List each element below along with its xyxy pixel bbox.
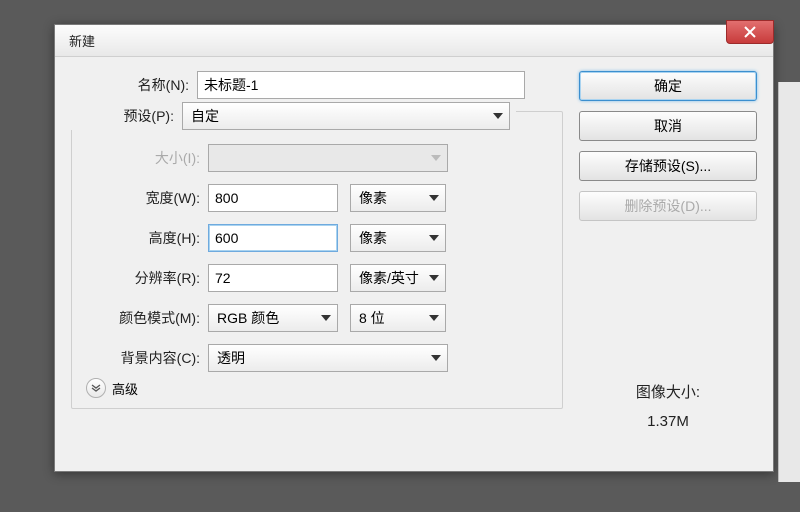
colormode-row: 颜色模式(M): RGB 颜色 8 位 (82, 304, 552, 332)
image-size-info: 图像大小: 1.37M (579, 379, 757, 436)
form-column: 名称(N): 预设(P): 自定 大小(I): (71, 71, 563, 436)
close-icon (744, 26, 756, 38)
cancel-button[interactable]: 取消 (579, 111, 757, 141)
save-preset-button[interactable]: 存储预设(S)... (579, 151, 757, 181)
new-document-dialog: 新建 名称(N): 预设(P): 自定 大小 (54, 24, 774, 472)
close-button[interactable] (726, 20, 774, 44)
resolution-unit-value: 像素/英寸 (359, 268, 419, 288)
preset-value: 自定 (191, 106, 219, 126)
preset-fieldset: 预设(P): 自定 大小(I): 宽度 (71, 111, 563, 409)
width-label: 宽度(W): (82, 188, 208, 208)
background-row: 背景内容(C): 透明 (82, 344, 552, 372)
chevrons-down-icon (91, 383, 101, 393)
background-value: 透明 (217, 348, 245, 368)
dialog-title: 新建 (69, 31, 95, 50)
preset-label: 预设(P): (74, 106, 182, 126)
titlebar[interactable]: 新建 (55, 25, 773, 57)
colormode-value: RGB 颜色 (217, 308, 279, 328)
chevron-down-icon (429, 235, 439, 241)
name-label: 名称(N): (71, 75, 197, 95)
delete-preset-button: 删除预设(D)... (579, 191, 757, 221)
width-unit-value: 像素 (359, 188, 387, 208)
dialog-body: 名称(N): 预设(P): 自定 大小(I): (55, 57, 773, 452)
preset-select[interactable]: 自定 (182, 102, 510, 130)
width-unit-select[interactable]: 像素 (350, 184, 446, 212)
advanced-expand-button[interactable] (86, 378, 106, 398)
size-label: 大小(I): (82, 148, 208, 168)
height-label: 高度(H): (82, 228, 208, 248)
chevron-down-icon (429, 275, 439, 281)
chevron-down-icon (429, 315, 439, 321)
chevron-down-icon (321, 315, 331, 321)
ok-button[interactable]: 确定 (579, 71, 757, 101)
chevron-down-icon (431, 355, 441, 361)
resolution-unit-select[interactable]: 像素/英寸 (350, 264, 446, 292)
image-size-label: 图像大小: (579, 379, 757, 408)
height-row: 高度(H): 像素 (82, 224, 552, 252)
right-panel-hint (778, 82, 800, 482)
chevron-down-icon (493, 113, 503, 119)
colormode-select[interactable]: RGB 颜色 (208, 304, 338, 332)
button-column: 确定 取消 存储预设(S)... 删除预设(D)... 图像大小: 1.37M (579, 71, 757, 436)
width-row: 宽度(W): 像素 (82, 184, 552, 212)
chevron-down-icon (429, 195, 439, 201)
height-unit-select[interactable]: 像素 (350, 224, 446, 252)
background-select[interactable]: 透明 (208, 344, 448, 372)
colormode-label: 颜色模式(M): (82, 308, 208, 328)
height-unit-value: 像素 (359, 228, 387, 248)
name-row: 名称(N): (71, 71, 563, 99)
advanced-label: 高级 (112, 379, 138, 398)
bitdepth-select[interactable]: 8 位 (350, 304, 446, 332)
chevron-down-icon (431, 155, 441, 161)
resolution-row: 分辨率(R): 像素/英寸 (82, 264, 552, 292)
preset-legend: 预设(P): 自定 (68, 102, 516, 130)
resolution-label: 分辨率(R): (82, 268, 208, 288)
bitdepth-value: 8 位 (359, 308, 385, 328)
size-row: 大小(I): (82, 144, 552, 172)
size-select (208, 144, 448, 172)
image-size-value: 1.37M (579, 408, 757, 437)
advanced-row: 高级 (86, 378, 552, 398)
preset-inner: 大小(I): 宽度(W): 像素 (82, 144, 552, 398)
resolution-input[interactable] (208, 264, 338, 292)
width-input[interactable] (208, 184, 338, 212)
height-input[interactable] (208, 224, 338, 252)
name-input[interactable] (197, 71, 525, 99)
background-label: 背景内容(C): (82, 348, 208, 368)
